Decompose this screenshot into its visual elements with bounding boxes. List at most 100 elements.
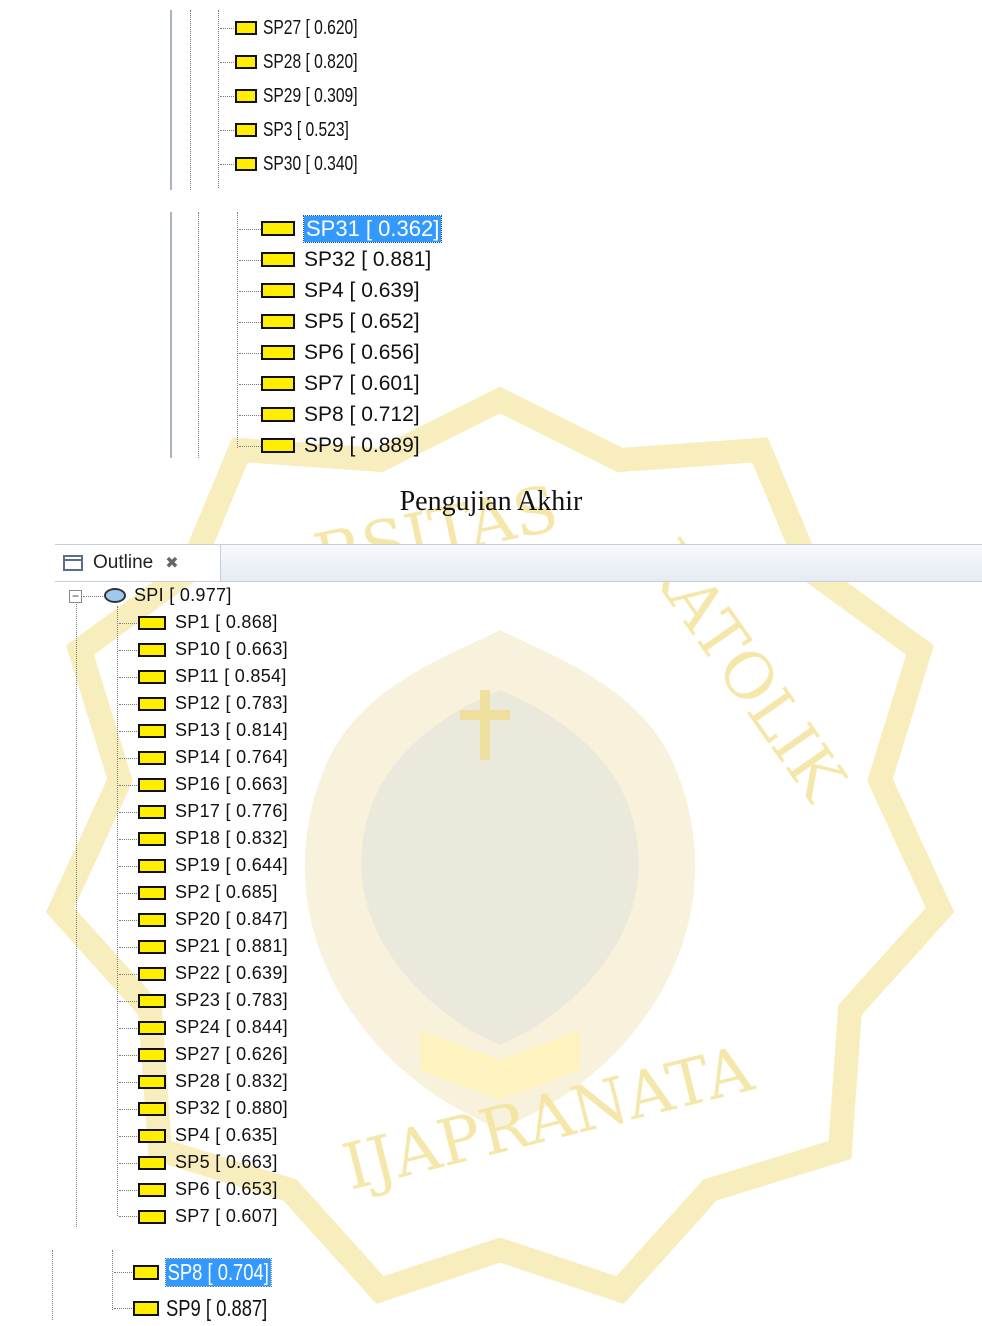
- node-box-icon: [133, 1300, 159, 1316]
- tree-item[interactable]: SP3 [ 0.523]: [235, 113, 373, 147]
- tree-item[interactable]: SP31 [ 0.362]: [261, 213, 443, 244]
- tree-item[interactable]: SP14 [ 0.764]: [138, 744, 288, 771]
- tree-item-label: SP17 [ 0.776]: [175, 801, 288, 821]
- tree-item-label: SP23 [ 0.783]: [175, 990, 288, 1010]
- tree-item[interactable]: SP12 [ 0.783]: [138, 690, 288, 717]
- tree-item[interactable]: SP24 [ 0.844]: [138, 1014, 288, 1041]
- tree-item[interactable]: SP20 [ 0.847]: [138, 906, 288, 933]
- tree-item[interactable]: SP22 [ 0.639]: [138, 960, 288, 987]
- tree-item-label: SP1 [ 0.868]: [175, 612, 278, 632]
- tree-item-label: SP19 [ 0.644]: [175, 855, 288, 875]
- tree-item-label: SP6 [ 0.653]: [175, 1179, 278, 1199]
- node-box-icon: [138, 885, 166, 900]
- tree-item-label-selected: SP31 [ 0.362]: [302, 214, 443, 243]
- tree-item-label: SP2 [ 0.685]: [175, 882, 278, 902]
- tree-item[interactable]: SP5 [ 0.652]: [261, 306, 420, 337]
- tree-item-label: SP20 [ 0.847]: [175, 909, 288, 929]
- tree-item[interactable]: SP30 [ 0.340]: [235, 147, 384, 181]
- tree-item-label: SP11 [ 0.854]: [175, 666, 287, 686]
- node-box-icon: [138, 1155, 166, 1170]
- tree-item[interactable]: SP27 [ 0.620]: [235, 11, 384, 45]
- tree-item-label: SP16 [ 0.663]: [175, 774, 288, 794]
- tree-item[interactable]: SP9 [ 0.887]: [133, 1290, 293, 1326]
- node-box-icon: [138, 615, 166, 630]
- tree-item[interactable]: SP4 [ 0.635]: [138, 1122, 278, 1149]
- tree-item-label: SP13 [ 0.814]: [175, 720, 288, 740]
- node-box-icon: [235, 21, 257, 35]
- collapse-toggle[interactable]: −: [69, 590, 82, 603]
- tree-item-label: SP10 [ 0.663]: [175, 639, 288, 659]
- tree-item[interactable]: SP10 [ 0.663]: [138, 636, 288, 663]
- node-box-icon: [138, 993, 166, 1008]
- tree-item[interactable]: SP28 [ 0.832]: [138, 1068, 288, 1095]
- tree-item-label: SP30 [ 0.340]: [263, 152, 358, 175]
- tree-item[interactable]: SP5 [ 0.663]: [138, 1149, 278, 1176]
- tab-outline[interactable]: Outline ✖: [55, 545, 221, 581]
- tree-item[interactable]: SP7 [ 0.601]: [261, 368, 420, 399]
- node-box-icon: [138, 750, 166, 765]
- tree-item[interactable]: SP21 [ 0.881]: [138, 933, 288, 960]
- tree-item-label: SP7 [ 0.607]: [175, 1206, 278, 1226]
- node-box-icon: [261, 438, 295, 453]
- tree-item[interactable]: SP4 [ 0.639]: [261, 275, 420, 306]
- tree-item-label: SP21 [ 0.881]: [175, 936, 288, 956]
- tree-item-label: SP5 [ 0.663]: [175, 1152, 278, 1172]
- node-box-icon: [138, 1182, 166, 1197]
- tree-item[interactable]: SP29 [ 0.309]: [235, 79, 384, 113]
- tree-item-label: SP32 [ 0.880]: [175, 1098, 288, 1118]
- tree-item[interactable]: SP6 [ 0.656]: [261, 337, 420, 368]
- tree-item[interactable]: SP32 [ 0.881]: [261, 244, 431, 275]
- tree-item-label: SP9 [ 0.889]: [304, 433, 420, 457]
- tree-item[interactable]: SP11 [ 0.854]: [138, 663, 287, 690]
- tree-item-label: SP6 [ 0.656]: [304, 340, 420, 364]
- tree-item[interactable]: SP13 [ 0.814]: [138, 717, 288, 744]
- tree-item[interactable]: SP7 [ 0.607]: [138, 1203, 278, 1230]
- tree-item[interactable]: SP6 [ 0.653]: [138, 1176, 278, 1203]
- tree-item-label: SP8 [ 0.712]: [304, 402, 420, 426]
- node-box-icon: [235, 55, 257, 69]
- tree-item-label: SP28 [ 0.832]: [175, 1071, 288, 1091]
- node-box-icon: [138, 831, 166, 846]
- tree-item[interactable]: SP8 [ 0.712]: [261, 399, 420, 430]
- node-box-icon: [138, 1020, 166, 1035]
- tree-item[interactable]: SP2 [ 0.685]: [138, 879, 278, 906]
- tree-item[interactable]: SP19 [ 0.644]: [138, 852, 288, 879]
- tree-item-label: SP22 [ 0.639]: [175, 963, 288, 983]
- tree-item-label-selected: SP8 [ 0.704]: [165, 1257, 272, 1287]
- close-icon[interactable]: ✖: [165, 553, 178, 573]
- tree-item-label: SP9 [ 0.887]: [166, 1294, 268, 1321]
- node-box-icon: [261, 345, 295, 360]
- node-box-icon: [261, 283, 295, 298]
- node-box-icon: [261, 376, 295, 391]
- tree-item-label: SP12 [ 0.783]: [175, 693, 288, 713]
- node-box-icon: [138, 966, 166, 981]
- tree-root-label: SPI [ 0.977]: [134, 585, 232, 605]
- tree-item[interactable]: SP9 [ 0.889]: [261, 430, 420, 461]
- tree-item[interactable]: SP18 [ 0.832]: [138, 825, 288, 852]
- tree-item-label: SP32 [ 0.881]: [304, 247, 432, 271]
- tree-item-label: SP24 [ 0.844]: [175, 1017, 288, 1037]
- figure-caption: Pengujian Akhir: [399, 486, 583, 517]
- node-box-icon: [138, 1074, 166, 1089]
- node-box-icon: [138, 777, 166, 792]
- tree-item[interactable]: SP17 [ 0.776]: [138, 798, 288, 825]
- tree-root[interactable]: SPI [ 0.977]: [104, 582, 232, 609]
- tree-item-label: SP3 [ 0.523]: [263, 118, 349, 141]
- tree-item[interactable]: SP28 [ 0.820]: [235, 45, 384, 79]
- node-box-icon: [138, 1128, 166, 1143]
- tree-item-label: SP29 [ 0.309]: [263, 84, 358, 107]
- tree-item[interactable]: SP23 [ 0.783]: [138, 987, 288, 1014]
- tree-item[interactable]: SP32 [ 0.880]: [138, 1095, 288, 1122]
- node-box-icon: [235, 123, 257, 137]
- tree-item-label: SP27 [ 0.620]: [263, 16, 358, 39]
- tree-item-label: SP4 [ 0.639]: [304, 278, 420, 302]
- node-box-icon: [261, 407, 295, 422]
- tree-item[interactable]: SP8 [ 0.704]: [133, 1254, 297, 1290]
- node-box-icon: [235, 157, 257, 171]
- tree-item[interactable]: SP16 [ 0.663]: [138, 771, 288, 798]
- node-box-icon: [138, 669, 166, 684]
- tree-item[interactable]: SP1 [ 0.868]: [138, 609, 278, 636]
- watermark-text-bottom: IJAPRANATA: [336, 1032, 761, 1205]
- tree-item[interactable]: SP27 [ 0.626]: [138, 1041, 288, 1068]
- node-box-icon: [235, 89, 257, 103]
